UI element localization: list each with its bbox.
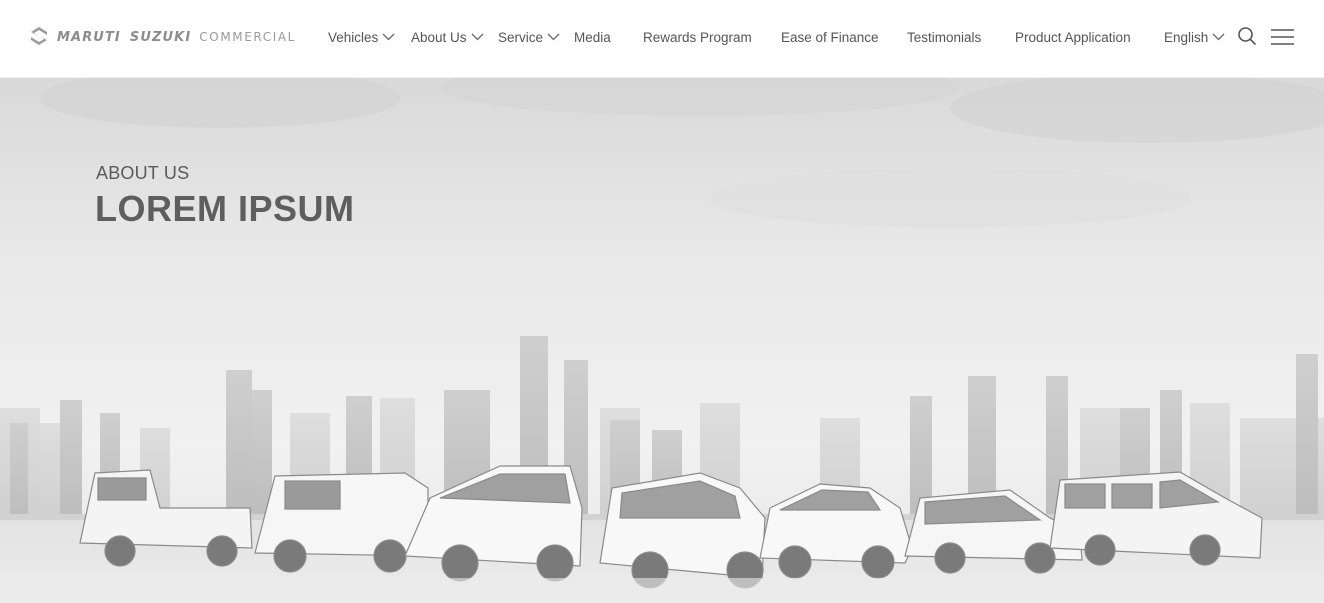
nav-label: Service	[498, 29, 544, 45]
language-label: English	[1164, 29, 1209, 45]
nav-label: Media	[574, 29, 611, 45]
nav-item-service[interactable]: Service	[498, 28, 560, 46]
main-nav: Vehicles About Us Service Media Rewards …	[0, 0, 1324, 78]
nav-label: Product Application	[1015, 29, 1131, 45]
search-icon[interactable]	[1237, 26, 1257, 46]
chevron-down-icon	[471, 33, 483, 41]
chevron-down-icon	[382, 33, 395, 41]
hero-title: LOREM IPSUM	[95, 188, 355, 229]
nav-label: Testimonials	[907, 29, 982, 45]
nav-label: About Us	[411, 29, 467, 45]
chevron-down-icon	[547, 33, 560, 41]
nav-item-product-application[interactable]: Product Application	[1015, 28, 1131, 46]
hero-banner: ABOUT US LOREM IPSUM	[0, 78, 1324, 603]
nav-item-media[interactable]: Media	[574, 28, 611, 46]
hamburger-menu-icon[interactable]	[1270, 28, 1295, 46]
nav-item-testimonials[interactable]: Testimonials	[907, 28, 981, 46]
hero-background-image	[0, 78, 1324, 603]
nav-item-about-us[interactable]: About Us	[411, 28, 484, 46]
nav-label: Vehicles	[328, 29, 379, 45]
hero-eyebrow: ABOUT US	[96, 163, 190, 183]
nav-label: Rewards Program	[643, 29, 752, 45]
language-selector[interactable]: English	[1164, 28, 1225, 46]
chevron-down-icon	[1212, 33, 1225, 41]
nav-item-vehicles[interactable]: Vehicles	[328, 28, 395, 46]
nav-item-ease-of-finance[interactable]: Ease of Finance	[781, 28, 879, 46]
site-header: MARUTI SUZUKI COMMERCIAL Vehicles About …	[0, 0, 1324, 78]
nav-item-rewards-program[interactable]: Rewards Program	[643, 28, 752, 46]
nav-label: Ease of Finance	[781, 29, 879, 45]
